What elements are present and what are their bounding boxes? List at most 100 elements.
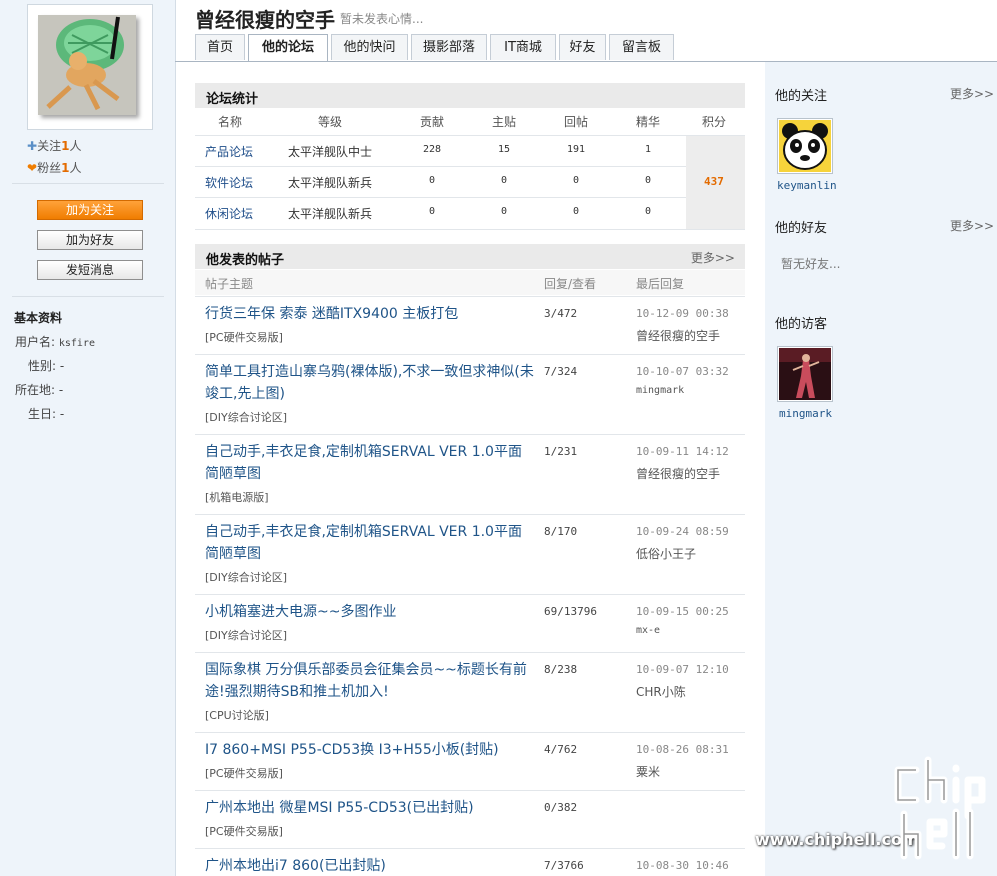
forum-link-leisure[interactable]: 休闲论坛 [205, 205, 253, 222]
post-title-link[interactable]: 行货三年保 索泰 迷酷ITX9400 主板打包 [205, 303, 535, 325]
friends-more-link[interactable]: 更多>> [950, 217, 994, 234]
post-last-user[interactable]: 低俗小王子 [636, 545, 696, 562]
col-header-score: 积分 [702, 115, 727, 129]
posts-more-link[interactable]: 更多>> [691, 249, 735, 266]
post-last-time: 10-09-07 12:10 [636, 663, 729, 676]
post-reply-view: 0/382 [544, 801, 578, 814]
forum-contrib: 0 [429, 175, 436, 186]
info-label: 生日: [28, 407, 57, 421]
post-forum[interactable]: [DIY综合讨论区] [205, 569, 287, 585]
post-title-link[interactable]: I7 860+MSI P55-CD53换 I3+H55小板(封贴) [205, 739, 535, 761]
post-reply-view: 3/472 [544, 307, 578, 320]
col-header-name: 名称 [218, 115, 243, 129]
forum-level: 太平洋舰队中士 [288, 145, 373, 159]
visitor-avatar[interactable] [777, 346, 833, 402]
follow-button[interactable]: 加为关注 [37, 200, 143, 220]
col-header-contrib: 贡献 [420, 115, 445, 129]
post-forum[interactable]: [PC硬件交易版] [205, 329, 283, 345]
page-title: 曾经很瘦的空手 [195, 8, 335, 32]
info-value: - [58, 383, 64, 397]
post-forum[interactable]: [PC硬件交易版] [205, 765, 283, 781]
add-friend-button[interactable]: 加为好友 [37, 230, 143, 250]
forum-link-software[interactable]: 软件论坛 [205, 174, 253, 191]
forum-level: 太平洋舰队新兵 [288, 176, 373, 190]
following-avatar[interactable] [777, 118, 833, 174]
fans-stat[interactable]: ❤粉丝1人 [27, 159, 81, 176]
post-last-time: 10-12-09 00:38 [636, 307, 729, 320]
info-value: ksfire [58, 338, 95, 349]
divider [12, 296, 164, 297]
score-value: 437 [704, 175, 724, 188]
forum-topics: 0 [501, 175, 508, 186]
info-row-username: 用户名: ksfire [15, 333, 95, 350]
fans-label: 粉丝 [37, 161, 62, 175]
post-last-user[interactable]: mingmark [636, 385, 684, 396]
post-forum[interactable]: [CPU讨论版] [205, 707, 269, 723]
follow-stat[interactable]: ✚关注1人 [27, 137, 81, 154]
forum-contrib: 228 [423, 144, 442, 155]
follow-unit: 人 [69, 139, 82, 153]
forum-link-product[interactable]: 产品论坛 [205, 143, 253, 160]
tab-guestbook[interactable]: 留言板 [609, 34, 674, 60]
tab-home[interactable]: 首页 [195, 34, 245, 60]
send-message-button[interactable]: 发短消息 [37, 260, 143, 280]
post-forum[interactable]: [DIY综合讨论区] [205, 627, 287, 643]
post-reply-view: 7/3766 [544, 859, 584, 872]
post-forum[interactable]: [DIY综合讨论区] [205, 409, 287, 425]
post-title-link[interactable]: 国际象棋 万分俱乐部委员会征集会员~~标题长有前途!强烈期待SB和推土机加入! [205, 659, 535, 703]
post-last-user[interactable]: mx-e [636, 625, 660, 636]
forum-replies: 0 [573, 175, 580, 186]
avatar[interactable] [27, 4, 153, 130]
post-row: 国际象棋 万分俱乐部委员会征集会员~~标题长有前途!强烈期待SB和推土机加入! … [195, 653, 745, 732]
tab-friends[interactable]: 好友 [559, 34, 606, 60]
forum-stats-title: 论坛统计 [206, 92, 259, 107]
post-last-user[interactable]: 曾经很瘦的空手 [636, 465, 720, 482]
following-more-link[interactable]: 更多>> [950, 85, 994, 102]
visitor-username[interactable]: mingmark [779, 407, 832, 420]
friends-title: 他的好友 [775, 221, 828, 236]
post-last-user[interactable]: CHR小陈 [636, 683, 686, 700]
row-divider [195, 229, 745, 230]
post-title-link[interactable]: 小机箱塞进大电源~~多图作业 [205, 601, 535, 623]
no-friends-text: 暂无好友... [781, 257, 841, 271]
plus-icon: ✚ [27, 139, 38, 153]
post-row: I7 860+MSI P55-CD53换 I3+H55小板(封贴) [PC硬件交… [195, 733, 745, 790]
post-last-time: 10-09-11 14:12 [636, 445, 729, 458]
col-header-elite: 精华 [636, 115, 661, 129]
forum-elite: 1 [645, 144, 652, 155]
avatar-photo [38, 15, 136, 115]
following-username[interactable]: keymanlin [777, 179, 837, 192]
forum-elite: 0 [645, 206, 652, 217]
post-last-user[interactable]: 粟米 [636, 763, 660, 780]
post-title-link[interactable]: 自己动手,丰衣足食,定制机箱SERVAL VER 1.0平面简陋草图 [205, 441, 535, 485]
right-sidebar: 他的关注 更多>> keymanlin 他的好友 更多>> 暂无好友... 他的… [765, 62, 997, 876]
tab-itmall[interactable]: IT商城 [490, 34, 556, 60]
post-last-time: 10-10-07 03:32 [636, 365, 729, 378]
post-title-link[interactable]: 自己动手,丰衣足食,定制机箱SERVAL VER 1.0平面简陋草图 [205, 521, 535, 565]
post-row: 广州本地出 微星MSI P55-CD53(已出封贴) [PC硬件交易版] 0/3… [195, 791, 745, 848]
tab-forum[interactable]: 他的论坛 [248, 34, 328, 62]
info-row-gender: 性别: - [28, 357, 64, 374]
post-title-link[interactable]: 简单工具打造山寨乌鸦(裸体版),不求一致但求神似(未竣工,先上图) [205, 361, 535, 405]
post-forum[interactable]: [机箱电源版] [205, 489, 269, 505]
post-row: 小机箱塞进大电源~~多图作业 [DIY综合讨论区] 69/13796 10-09… [195, 595, 745, 652]
tab-quickask[interactable]: 他的快问 [331, 34, 408, 60]
visitors-title: 他的访客 [775, 317, 828, 332]
info-row-birthday: 生日: - [28, 405, 64, 422]
post-reply-view: 1/231 [544, 445, 578, 458]
forum-replies: 191 [567, 144, 586, 155]
info-value: - [59, 407, 65, 421]
post-row: 简单工具打造山寨乌鸦(裸体版),不求一致但求神似(未竣工,先上图) [DIY综合… [195, 355, 745, 434]
post-last-user[interactable]: 曾经很瘦的空手 [636, 327, 720, 344]
forum-stats-header: 论坛统计 [195, 83, 745, 108]
tab-photo[interactable]: 摄影部落 [411, 34, 487, 60]
post-row: 自己动手,丰衣足食,定制机箱SERVAL VER 1.0平面简陋草图 [机箱电源… [195, 435, 745, 514]
watermark-logo [888, 756, 988, 869]
post-title-link[interactable]: 广州本地出i7 860(已出封贴) [205, 855, 535, 876]
follow-label: 关注 [37, 139, 62, 153]
post-title-link[interactable]: 广州本地出 微星MSI P55-CD53(已出封贴) [205, 797, 535, 819]
info-label: 性别: [28, 359, 57, 373]
forum-topics: 0 [501, 206, 508, 217]
post-last-time: 10-09-24 08:59 [636, 525, 729, 538]
post-forum[interactable]: [PC硬件交易版] [205, 823, 283, 839]
